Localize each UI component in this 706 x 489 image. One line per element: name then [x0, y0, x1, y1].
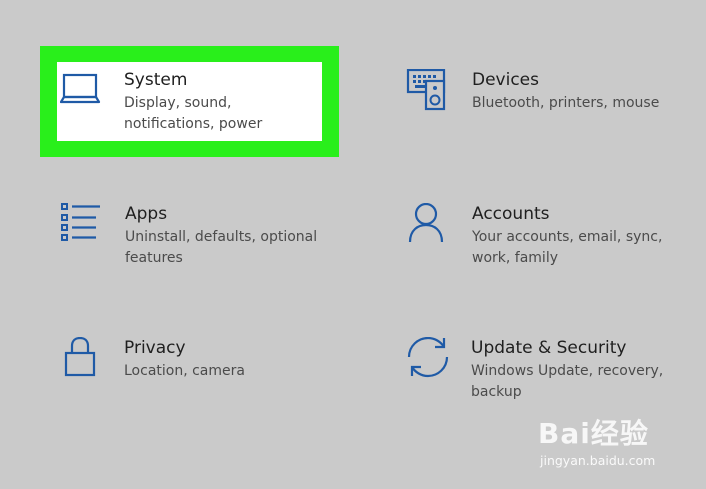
tile-description: Bluetooth, printers, mouse	[472, 95, 660, 111]
tile-description: Location, camera	[124, 363, 245, 379]
tile-description: Windows Update, recovery, backup	[471, 363, 664, 400]
tile-system[interactable]: System Display, sound, notifications, po…	[60, 69, 330, 139]
devices-icon	[406, 69, 454, 117]
watermark-url: jingyan.baidu.com	[540, 453, 656, 468]
tile-description: Uninstall, defaults, optional features	[125, 229, 318, 266]
tile-accounts[interactable]: Accounts Your accounts, email, sync, wor…	[406, 203, 676, 273]
tile-apps[interactable]: Apps Uninstall, defaults, optional featu…	[60, 203, 330, 273]
sync-icon	[406, 337, 454, 385]
tile-title: Accounts	[472, 204, 550, 224]
tile-title: Apps	[125, 204, 168, 224]
laptop-icon	[60, 69, 108, 117]
tile-devices[interactable]: Devices Bluetooth, printers, mouse	[406, 69, 676, 139]
apps-list-icon	[60, 203, 108, 251]
tile-title: System	[124, 70, 188, 90]
lock-icon	[60, 337, 108, 385]
watermark: Bai经验 jingyan.baidu.com	[538, 412, 698, 472]
tile-title: Update & Security	[471, 338, 627, 358]
tile-title: Devices	[472, 70, 539, 90]
tile-description: Your accounts, email, sync, work, family	[472, 229, 663, 266]
tile-title: Privacy	[124, 338, 186, 358]
tile-privacy[interactable]: Privacy Location, camera	[60, 337, 330, 407]
person-icon	[406, 203, 454, 251]
watermark-logo: Bai经验	[538, 417, 649, 450]
tile-description: Display, sound, notifications, power	[124, 95, 263, 132]
tile-update-security[interactable]: Update & Security Windows Update, recove…	[406, 337, 686, 407]
